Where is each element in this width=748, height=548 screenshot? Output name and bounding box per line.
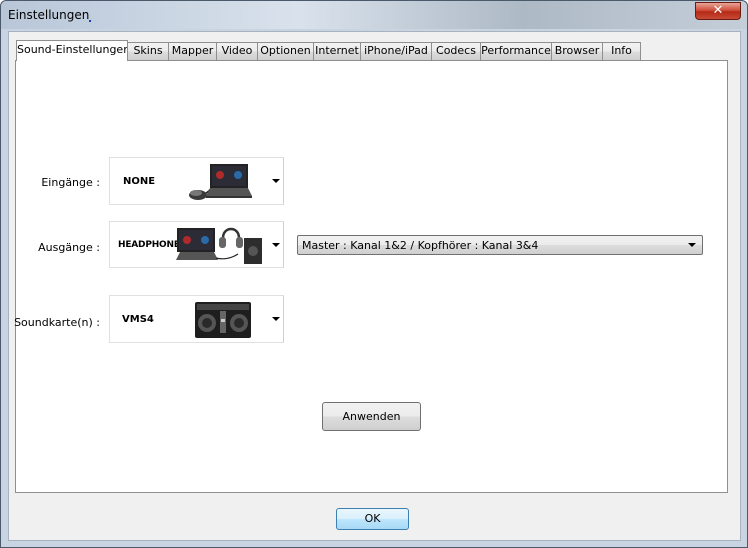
- channel-routing-select[interactable]: Master : Kanal 1&2 / Kopfhörer : Kanal 3…: [297, 235, 703, 255]
- tab-sound-settings[interactable]: Sound-Einstellungen: [16, 40, 128, 61]
- outputs-combo[interactable]: HEADPHONES: [109, 221, 284, 268]
- tab-skins[interactable]: Skins: [127, 42, 169, 60]
- tab-iphone-ipad[interactable]: iPhone/iPad: [360, 42, 432, 60]
- tab-internet[interactable]: Internet: [313, 42, 361, 60]
- title-bar[interactable]: Einstellungen ✕: [1, 1, 747, 29]
- soundcard-value: VMS4: [122, 314, 154, 325]
- tab-options[interactable]: Optionen: [257, 42, 314, 60]
- close-button[interactable]: ✕: [695, 2, 741, 20]
- soundcard-combo[interactable]: VMS4: [109, 295, 284, 343]
- ok-button[interactable]: OK: [336, 508, 409, 530]
- chevron-down-icon: [272, 179, 280, 183]
- inputs-label: Eingänge :: [41, 176, 100, 189]
- inputs-value: NONE: [123, 176, 156, 187]
- chevron-down-icon: [272, 317, 280, 321]
- tab-info[interactable]: Info: [602, 42, 641, 60]
- soundcard-label: Soundkarte(n) :: [14, 316, 100, 329]
- chevron-down-icon: [688, 243, 696, 247]
- tab-performance[interactable]: Performance: [480, 42, 552, 60]
- title-marker: [89, 20, 91, 22]
- laptop-mouse-icon: [189, 164, 252, 200]
- tab-codecs[interactable]: Codecs: [431, 42, 481, 60]
- dj-controller-icon: [195, 302, 251, 338]
- window-title: Einstellungen: [8, 8, 90, 22]
- channel-routing-value: Master : Kanal 1&2 / Kopfhörer : Kanal 3…: [302, 239, 539, 252]
- inputs-combo[interactable]: NONE: [109, 157, 284, 205]
- outputs-label: Ausgänge :: [38, 241, 100, 254]
- laptop-headphones-speaker-icon: [176, 227, 262, 264]
- tab-video[interactable]: Video: [216, 42, 258, 60]
- tab-browser[interactable]: Browser: [551, 42, 603, 60]
- tab-mapper[interactable]: Mapper: [168, 42, 217, 60]
- apply-button[interactable]: Anwenden: [322, 402, 421, 431]
- chevron-down-icon: [272, 242, 280, 247]
